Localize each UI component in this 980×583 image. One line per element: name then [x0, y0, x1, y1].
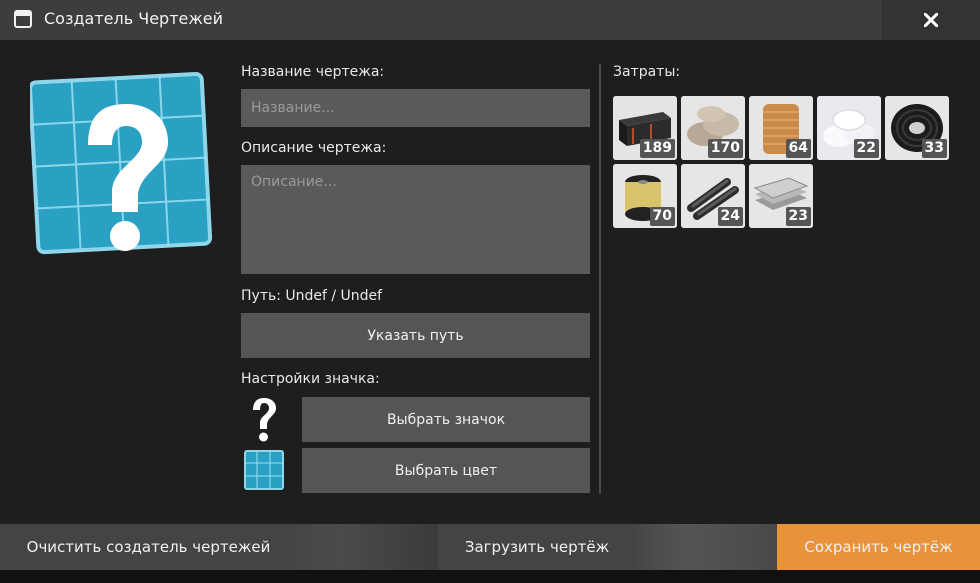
cost-count: 23 — [785, 207, 811, 226]
cost-count: 189 — [639, 139, 675, 158]
choose-color-button[interactable]: Выбрать цвет — [302, 448, 590, 493]
cost-count: 22 — [853, 139, 879, 158]
blueprint-question-icon — [30, 72, 213, 255]
blueprint-name-input[interactable] — [241, 89, 590, 127]
description-label: Описание чертежа: — [241, 140, 387, 156]
cost-count: 24 — [717, 207, 743, 226]
save-blueprint-button[interactable]: Сохранить чертёж — [777, 524, 980, 570]
clear-blueprint-button[interactable]: Очистить создатель чертежей — [0, 524, 297, 570]
window-icon — [14, 10, 32, 28]
window-title: Создатель Чертежей — [44, 9, 224, 28]
name-label: Название чертежа: — [241, 64, 385, 80]
path-label: Путь: Undef / Undef — [241, 288, 383, 304]
costs-label: Затраты: — [613, 64, 681, 80]
cost-count: 170 — [707, 139, 743, 158]
icon-settings-label: Настройки значка: — [241, 371, 380, 387]
set-path-button[interactable]: Указать путь — [241, 313, 590, 358]
cost-item-black-cable: 33 — [885, 96, 949, 160]
question-icon-preview — [253, 398, 276, 442]
cost-item-metal-sheets: 23 — [749, 164, 813, 228]
cost-item-gold-wire: 70 — [613, 164, 677, 228]
cost-count: 70 — [649, 207, 675, 226]
cost-count: 64 — [785, 139, 811, 158]
blueprint-description-input[interactable] — [241, 165, 590, 274]
bottom-action-bar: Очистить создатель чертежей Загрузить че… — [0, 524, 980, 570]
cost-item-rubber-strips: 189 — [613, 96, 677, 160]
cost-item-copper-wire: 64 — [749, 96, 813, 160]
blueprint-editor-panel: Название чертежа: Описание чертежа: Путь… — [0, 40, 980, 524]
load-blueprint-button[interactable]: Загрузить чертёж — [438, 524, 636, 570]
close-icon — [924, 13, 938, 27]
cost-count: 33 — [921, 139, 947, 158]
cost-item-white-sacks: 22 — [817, 96, 881, 160]
column-divider — [599, 64, 601, 494]
cost-item-steel-rods: 24 — [681, 164, 745, 228]
cost-item-cement-bags: 170 — [681, 96, 745, 160]
choose-icon-button[interactable]: Выбрать значок — [302, 397, 590, 442]
title-bar: Создатель Чертежей — [0, 0, 980, 40]
blueprint-color-preview-icon — [244, 450, 284, 490]
close-button[interactable] — [882, 0, 980, 40]
bottom-edge — [0, 570, 980, 583]
